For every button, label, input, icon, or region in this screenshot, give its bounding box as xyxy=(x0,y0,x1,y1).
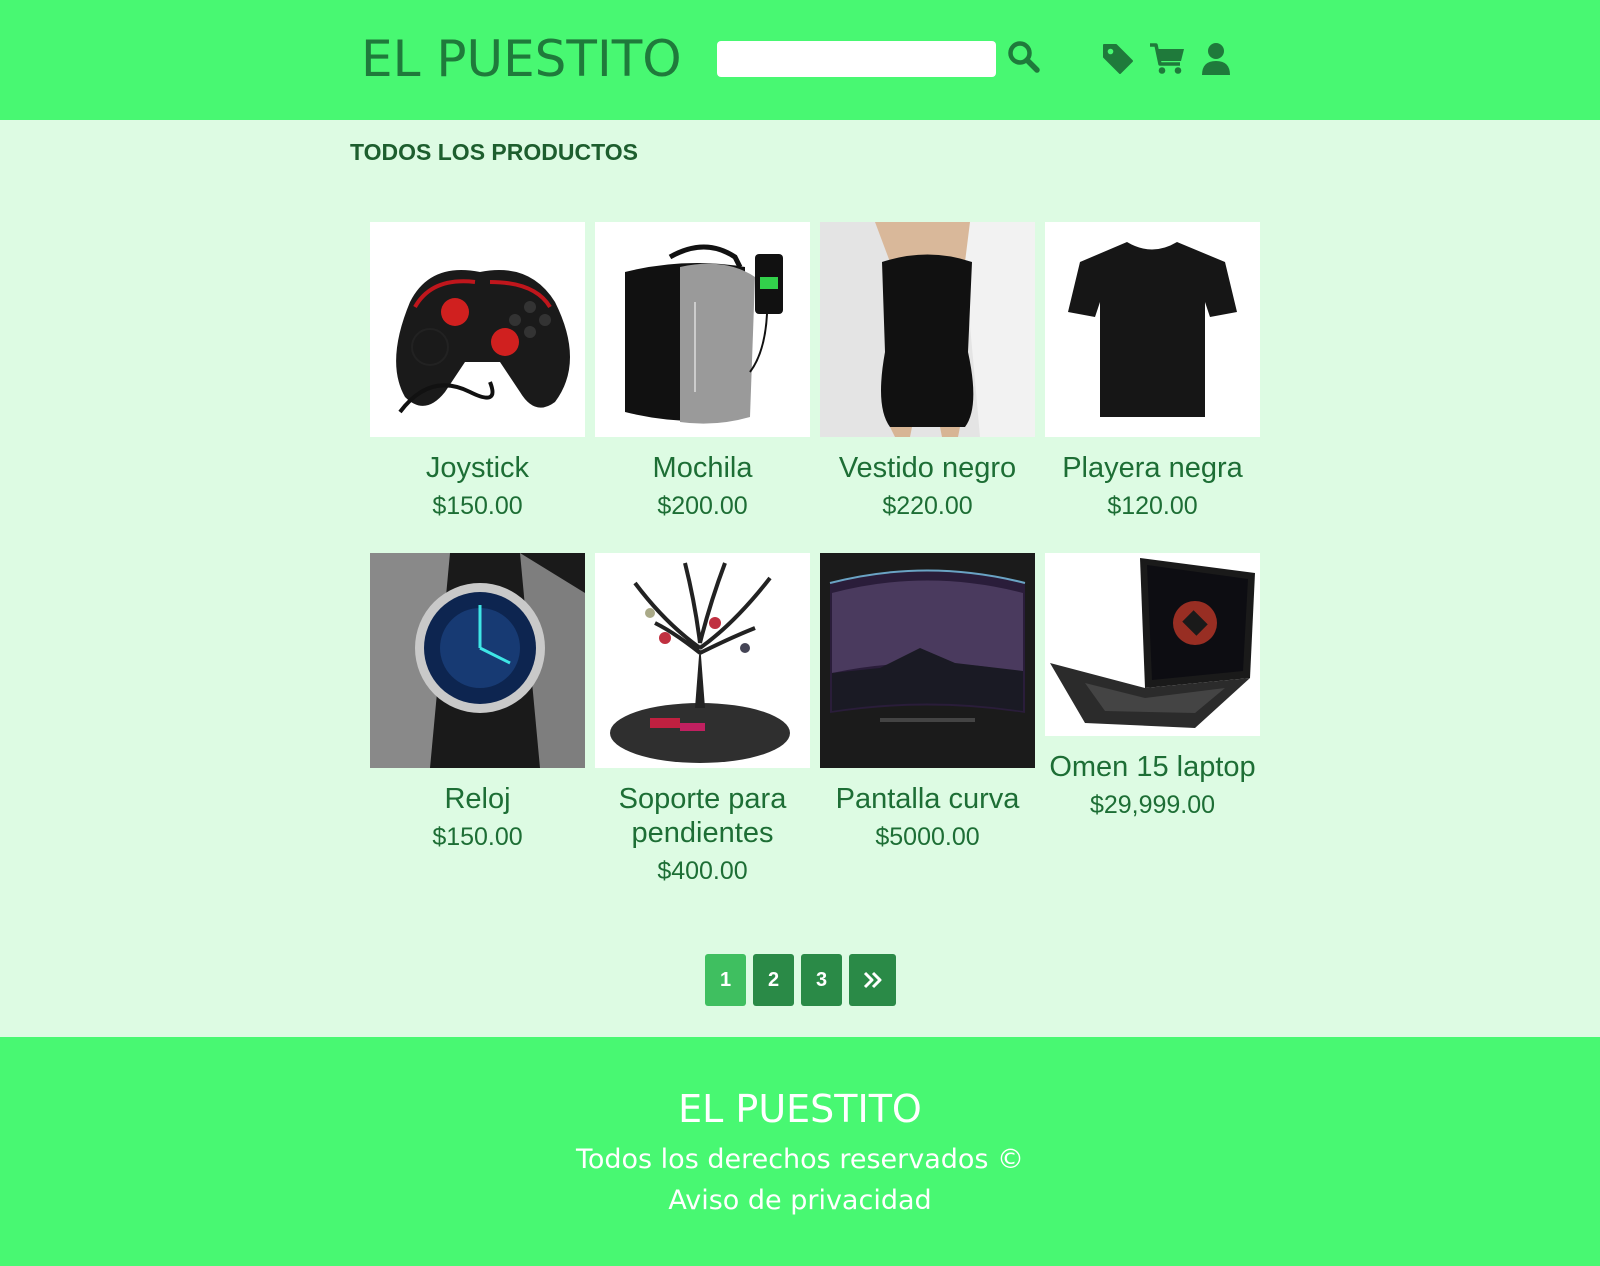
product-price: $29,999.00 xyxy=(1089,791,1216,819)
cart-icon xyxy=(1150,43,1184,74)
page-button-2[interactable]: 2 xyxy=(753,954,794,1006)
product-image[interactable] xyxy=(1045,553,1260,736)
product-card[interactable]: Pantalla curva $5000.00 xyxy=(820,553,1035,852)
product-name[interactable]: Omen 15 laptop xyxy=(1045,750,1260,784)
product-name[interactable]: Pantalla curva xyxy=(820,782,1035,816)
site-footer: EL PUESTITO Todos los derechos reservado… xyxy=(0,1037,1600,1266)
cart-button[interactable] xyxy=(1149,42,1187,76)
product-card[interactable]: Joystick $150.00 xyxy=(370,222,585,521)
product-price: $220.00 xyxy=(882,492,973,520)
footer-rights: Todos los derechos reservados © xyxy=(575,1144,1025,1175)
product-name[interactable]: Vestido negro xyxy=(820,451,1035,485)
user-button[interactable] xyxy=(1200,42,1232,76)
product-image[interactable] xyxy=(1045,222,1260,437)
product-card[interactable]: Playera negra $120.00 xyxy=(1045,222,1260,521)
product-price: $150.00 xyxy=(432,823,523,851)
product-price: $120.00 xyxy=(1107,492,1198,520)
product-image[interactable] xyxy=(595,553,810,768)
product-card[interactable]: Mochila $200.00 xyxy=(595,222,810,521)
product-name[interactable]: Soporte para pendientes xyxy=(595,782,810,850)
product-name[interactable]: Playera negra xyxy=(1045,451,1260,485)
search-icon xyxy=(1008,41,1040,73)
next-page-button[interactable] xyxy=(849,954,896,1006)
product-card[interactable]: Omen 15 laptop $29,999.00 xyxy=(1045,553,1260,820)
site-logo[interactable]: EL PUESTITO xyxy=(361,30,682,88)
search-button[interactable] xyxy=(1007,40,1041,74)
product-image[interactable] xyxy=(595,222,810,437)
product-card[interactable]: Vestido negro $220.00 xyxy=(820,222,1035,521)
footer-logo: EL PUESTITO xyxy=(678,1087,922,1131)
privacy-link[interactable]: Aviso de privacidad xyxy=(0,1185,1600,1216)
product-name[interactable]: Joystick xyxy=(370,451,585,485)
product-image[interactable] xyxy=(820,553,1035,768)
product-card[interactable]: Soporte para pendientes $400.00 xyxy=(595,553,810,886)
product-price: $150.00 xyxy=(432,492,523,520)
page-button-3[interactable]: 3 xyxy=(801,954,842,1006)
product-image[interactable] xyxy=(370,222,585,437)
section-title: TODOS LOS PRODUCTOS xyxy=(350,139,638,165)
tag-icon xyxy=(1103,44,1133,74)
search-input[interactable] xyxy=(717,41,996,77)
product-price: $5000.00 xyxy=(875,823,980,851)
product-card[interactable]: Reloj $150.00 xyxy=(370,553,585,852)
product-price: $200.00 xyxy=(657,492,748,520)
tags-button[interactable] xyxy=(1101,42,1135,76)
product-image[interactable] xyxy=(370,553,585,768)
product-name[interactable]: Reloj xyxy=(370,782,585,816)
product-name[interactable]: Mochila xyxy=(595,451,810,485)
site-header: EL PUESTITO xyxy=(0,0,1600,120)
product-image[interactable] xyxy=(820,222,1035,437)
product-price: $400.00 xyxy=(657,857,748,885)
user-icon xyxy=(1202,43,1230,75)
page-button-1[interactable]: 1 xyxy=(705,954,746,1006)
double-chevron-right-icon xyxy=(863,971,881,989)
